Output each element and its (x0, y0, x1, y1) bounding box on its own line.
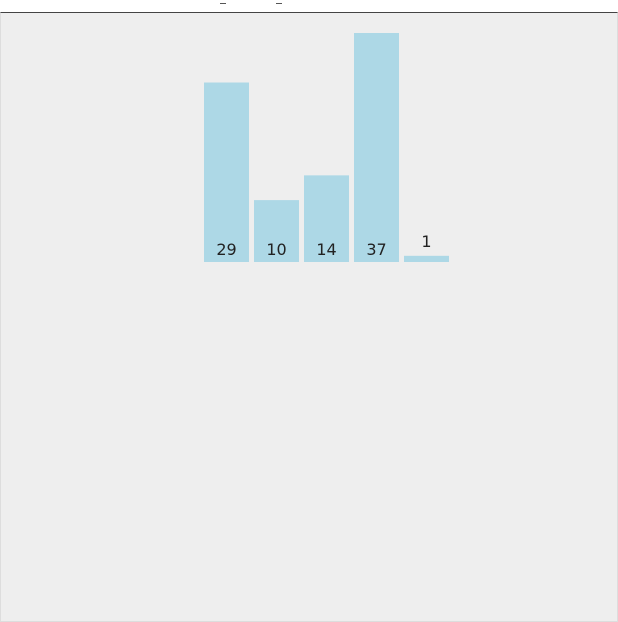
bar-4 (354, 33, 399, 262)
bar-label-5: 1 (421, 232, 431, 251)
bar-1 (204, 82, 249, 262)
bar-5 (404, 255, 449, 262)
bar-chart: 29 10 14 37 1 (204, 33, 449, 262)
bar-label-4: 37 (366, 240, 386, 259)
bar-label-1: 29 (216, 240, 236, 259)
bar-label-3: 14 (316, 240, 336, 259)
bars-group (204, 33, 449, 262)
bar-label-2: 10 (266, 240, 286, 259)
